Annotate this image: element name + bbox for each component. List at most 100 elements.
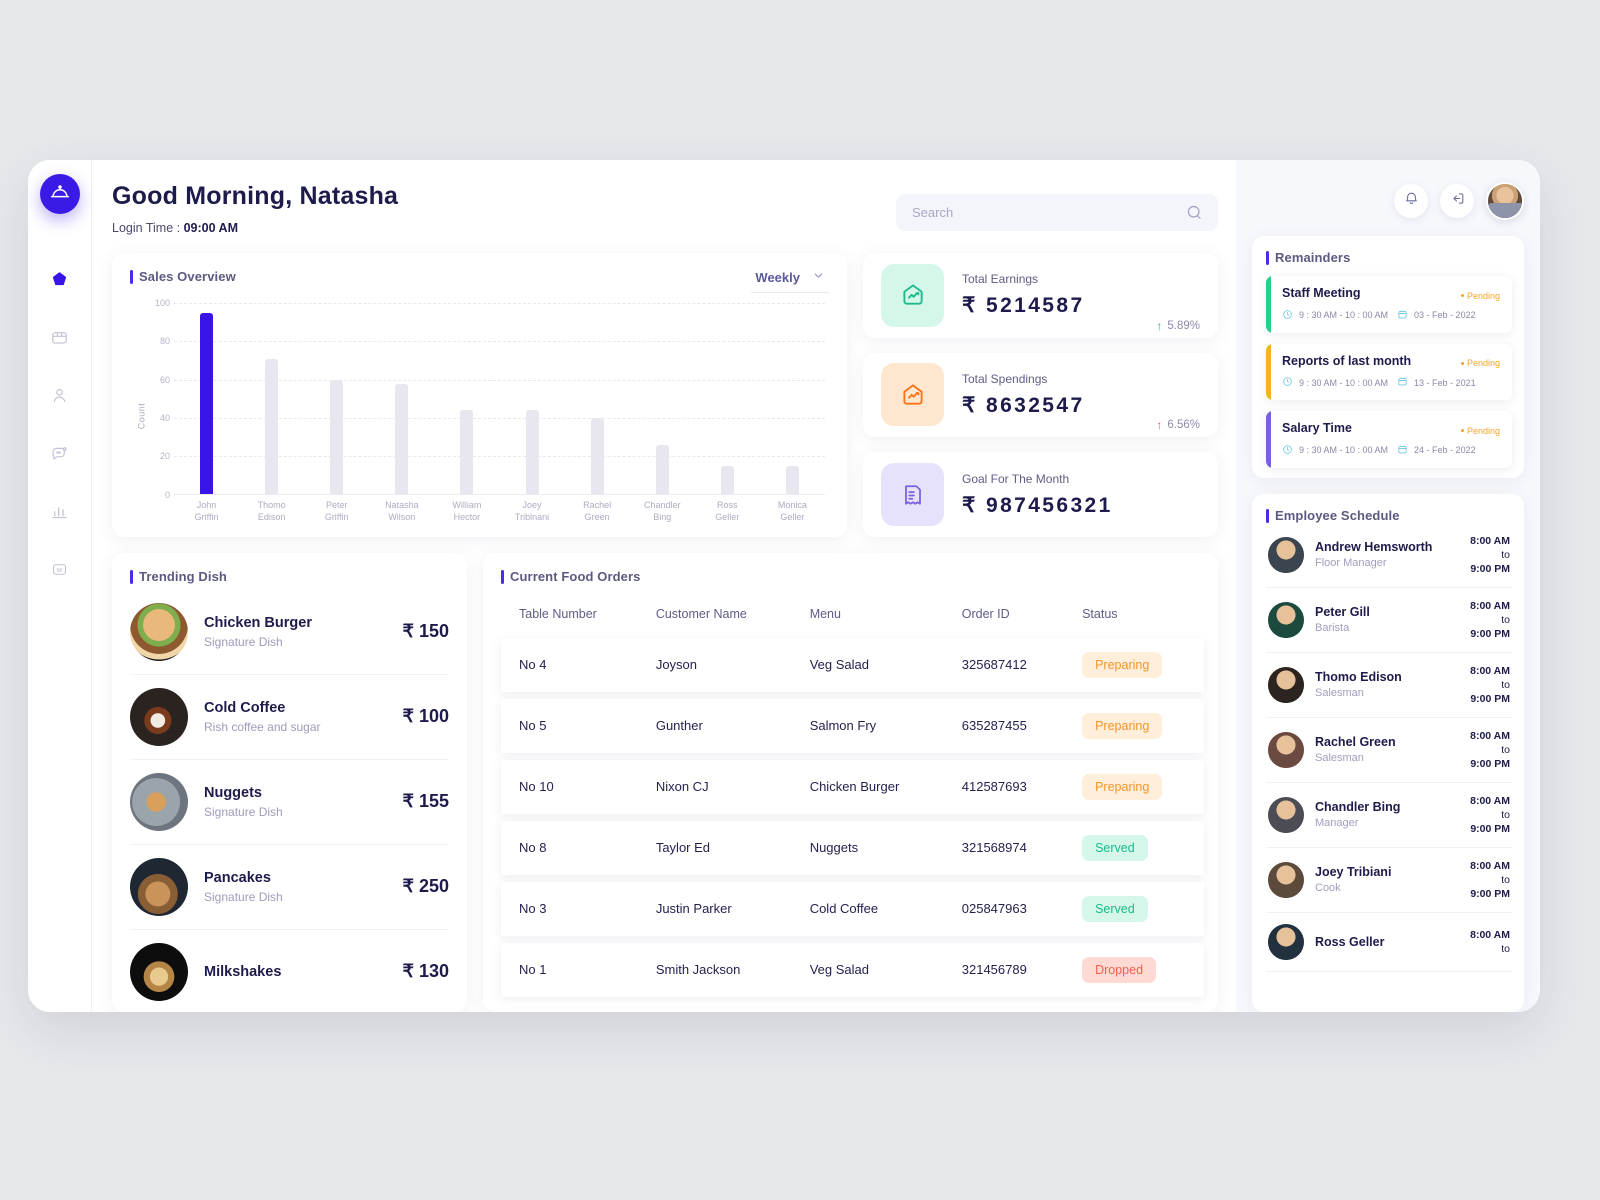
list-item[interactable]: Nuggets Signature Dish ₹ 155 [130, 760, 449, 845]
dish-subtitle: Signature Dish [204, 889, 283, 904]
cell-customer-name: Nixon CJ [637, 759, 792, 814]
employee-name: Andrew Hemsworth [1315, 540, 1433, 554]
table-row[interactable]: No 8 Taylor Ed Nuggets 321568974 Served [501, 820, 1204, 875]
bar[interactable] [720, 466, 734, 495]
cell-menu: Cold Coffee [791, 881, 944, 936]
list-item[interactable]: Chandler Bing Manager 8:00 AM to 9:00 PM [1266, 783, 1512, 848]
stat-value: ₹ 987456321 [962, 493, 1113, 517]
user-avatar[interactable] [1486, 182, 1524, 220]
cell-status: Preparing [1064, 759, 1204, 814]
right-panel: Remainders Staff Meeting Pending 9 : 30 AM… [1236, 160, 1540, 1012]
sidebar-item-customers[interactable] [40, 378, 80, 418]
list-item[interactable]: Pancakes Signature Dish ₹ 250 [130, 845, 449, 930]
column-header: Table Number [519, 606, 597, 621]
status-badge: Pending [1460, 358, 1500, 368]
x-tick-label: Natasha Wilson [385, 499, 419, 522]
employee-schedule-title: Employee Schedule [1266, 508, 1512, 523]
search-input[interactable] [912, 205, 1202, 220]
bar-series [174, 303, 825, 495]
reminder-item[interactable]: Reports of last month Pending 9 : 30 AM - … [1266, 343, 1512, 400]
cell-table-number: No 4 [501, 637, 638, 692]
notifications-button[interactable] [1394, 184, 1428, 218]
dish-price: ₹ 130 [402, 961, 450, 982]
chart-range-value: Weekly [755, 269, 800, 285]
bar[interactable] [265, 358, 279, 495]
user-icon [50, 386, 69, 410]
employee-shift: 8:00 AM to 9:00 PM [1470, 729, 1510, 770]
calendar-icon [1397, 309, 1408, 322]
sidebar-item-store[interactable] [40, 320, 80, 360]
cell-menu: Veg Salad [791, 942, 944, 997]
bar[interactable] [330, 379, 344, 495]
table-row[interactable]: No 3 Justin Parker Cold Coffee 025847963 Ser… [501, 881, 1204, 936]
y-tick: 100 [154, 298, 170, 308]
sidebar-item-home[interactable] [40, 262, 80, 302]
list-item[interactable]: Rachel Green Salesman 8:00 AM to 9:00 PM [1266, 718, 1512, 783]
cell-order-id: 412587693 [943, 759, 1065, 814]
cell-menu: Chicken Burger [791, 759, 944, 814]
employee-shift: 8:00 AM to 9:00 PM [1470, 859, 1510, 900]
table-row[interactable]: No 10 Nixon CJ Chicken Burger 412587693 Prep… [501, 759, 1204, 814]
table-row[interactable]: No 1 Smith Jackson Veg Salad 321456789 Dropp… [501, 942, 1204, 997]
stat-value: ₹ 5214587 [962, 294, 1085, 318]
sidebar-item-analytics[interactable] [40, 494, 80, 534]
employee-name: Ross Geller [1315, 934, 1385, 949]
list-item[interactable]: Chicken Burger Signature Dish ₹ 150 [130, 590, 449, 675]
y-tick: 40 [159, 413, 170, 424]
reminder-time: 9 : 30 AM - 10 : 00 AM [1299, 310, 1389, 320]
reminder-item[interactable]: Salary Time Pending 9 : 30 AM - 10 : 00 AM… [1266, 411, 1512, 468]
table-row[interactable]: No 4 Joyson Veg Salad 325687412 Preparing [501, 637, 1204, 692]
reminders-panel: Remainders Staff Meeting Pending 9 : 30 AM… [1252, 236, 1524, 478]
sidebar-item-settings[interactable] [40, 552, 80, 592]
list-item[interactable]: Andrew Hemsworth Floor Manager 8:00 AM to 9:… [1266, 523, 1512, 588]
login-time: Login Time : 09:00 AM [112, 221, 238, 235]
stat-card-goal-for-the-month: Goal For The Month ₹ 987456321 [863, 452, 1218, 537]
bar-slot [630, 303, 695, 495]
bar-slot [565, 303, 630, 495]
bar[interactable] [200, 312, 214, 495]
table-row[interactable]: No 5 Gunther Salmon Fry 635287455 Preparing [501, 698, 1204, 753]
stat-delta: ↑ 6.56% [1156, 419, 1200, 437]
list-item[interactable]: Cold Coffee Rish coffee and sugar ₹ 100 [130, 675, 449, 760]
top-bar: Good Morning, Natasha Login Time : 09:00… [112, 182, 1218, 235]
bar[interactable] [460, 410, 474, 495]
x-tick-label: Rachel Green [583, 499, 612, 522]
stat-card-total-earnings: Total Earnings ₹ 5214587 ↑ 5.89% [863, 253, 1218, 338]
pancakes-photo [130, 857, 188, 916]
bar[interactable] [395, 383, 409, 495]
employee-name: Thomo Edison [1315, 670, 1402, 684]
search-bar[interactable] [896, 194, 1218, 231]
employee-shift: 8:00 AM to [1470, 928, 1510, 955]
home-icon [50, 270, 69, 294]
bar[interactable] [590, 418, 604, 495]
employee-role: Salesman [1315, 752, 1364, 764]
x-axis-labels: John Griffin Thomo Edison Peter Griffin Natash… [174, 497, 825, 529]
search-icon[interactable] [1185, 203, 1204, 227]
settings-icon [50, 560, 69, 584]
trending-dish-list: Chicken Burger Signature Dish ₹ 150 Cold Co… [130, 590, 449, 1012]
sidebar-item-messages[interactable] [40, 436, 80, 476]
nuggets-photo [130, 772, 188, 831]
list-item[interactable]: Milkshakes ₹ 130 [130, 930, 449, 1012]
reminder-item[interactable]: Staff Meeting Pending 9 : 30 AM - 10 : 00 … [1266, 276, 1512, 333]
status-badge: Preparing [1082, 651, 1163, 678]
y-tick: 20 [159, 451, 170, 462]
list-item[interactable]: Joey Tribiani Cook 8:00 AM to 9:00 PM [1266, 848, 1512, 913]
logout-button[interactable] [1440, 184, 1474, 218]
chevron-down-icon [812, 269, 825, 285]
app-logo[interactable] [39, 174, 80, 214]
y-axis-ticks: 0 20 40 60 80 100 [144, 298, 170, 500]
x-tick-label: Peter Griffin [324, 499, 349, 522]
status-dot-icon [1460, 294, 1464, 297]
cell-customer-name: Smith Jackson [637, 942, 792, 997]
food-cloche-icon [49, 181, 71, 208]
list-item[interactable]: Ross Geller 8:00 AM to [1266, 913, 1512, 972]
bar[interactable] [525, 410, 539, 495]
list-item[interactable]: Thomo Edison Salesman 8:00 AM to 9:00 PM [1266, 653, 1512, 718]
chart-range-select[interactable]: Weekly [751, 269, 829, 293]
dish-name: Milkshakes [204, 963, 282, 980]
bar[interactable] [785, 466, 799, 495]
list-item[interactable]: Peter Gill Barista 8:00 AM to 9:00 PM [1266, 588, 1512, 653]
bar[interactable] [655, 444, 669, 495]
orders-table-body: No 4 Joyson Veg Salad 325687412 Preparing No … [501, 637, 1204, 997]
